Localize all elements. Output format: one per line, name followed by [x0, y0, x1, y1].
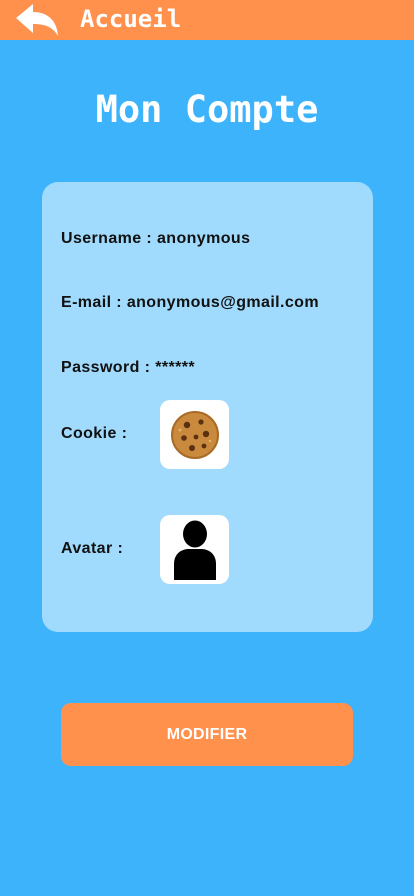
modify-button[interactable]: MODIFIER — [61, 703, 353, 766]
password-field: Password : ****** — [61, 359, 195, 376]
avatar-label: Avatar : — [61, 540, 124, 557]
cookie-icon — [170, 410, 219, 459]
page-title: Mon Compte — [95, 88, 319, 131]
username-field: Username : anonymous — [61, 230, 251, 247]
email-field: E-mail : anonymous@gmail.com — [61, 294, 319, 311]
avatar-tile[interactable] — [160, 515, 229, 584]
top-bar: Accueil — [0, 0, 414, 40]
reply-arrow-icon — [16, 4, 58, 36]
back-button[interactable] — [14, 3, 60, 37]
person-silhouette-icon — [173, 520, 216, 580]
back-label[interactable]: Accueil — [80, 5, 181, 33]
cookie-tile[interactable] — [160, 400, 229, 469]
cookie-label: Cookie : — [61, 425, 128, 442]
